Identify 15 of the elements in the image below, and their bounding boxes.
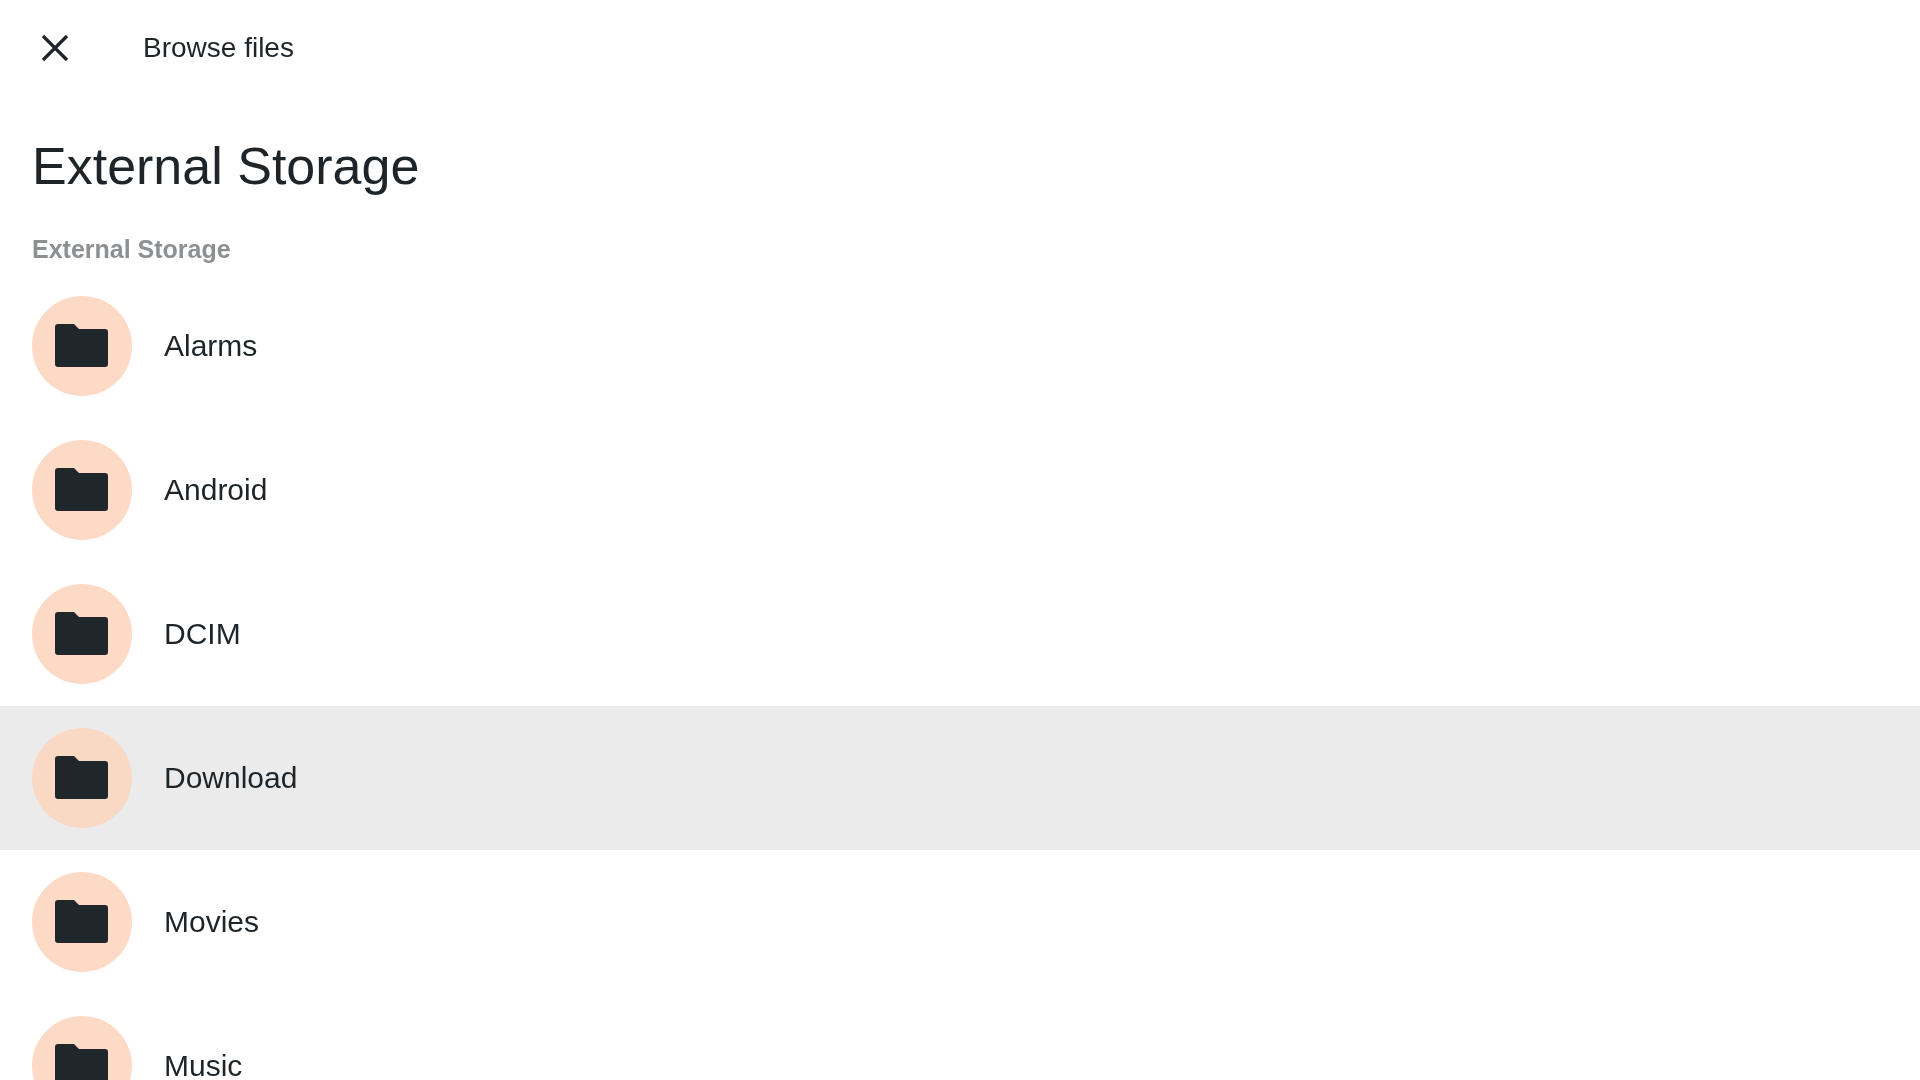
folder-item[interactable]: Alarms (0, 274, 1920, 419)
folder-item[interactable]: DCIM (0, 562, 1920, 707)
page-heading: External Storage (32, 136, 421, 197)
folder-icon (32, 440, 132, 541)
folder-icon (32, 872, 132, 973)
toolbar-title: Browse files (143, 31, 294, 65)
folder-icon (32, 296, 132, 397)
folder-item[interactable]: Download (0, 706, 1920, 851)
folder-icon (32, 728, 132, 829)
folder-item[interactable]: Music (0, 994, 1920, 1080)
folder-item[interactable]: Movies (0, 850, 1920, 995)
section-label: External Storage (32, 234, 232, 265)
folder-icon (32, 584, 132, 685)
close-icon (41, 34, 69, 62)
folder-item[interactable]: Android (0, 418, 1920, 563)
